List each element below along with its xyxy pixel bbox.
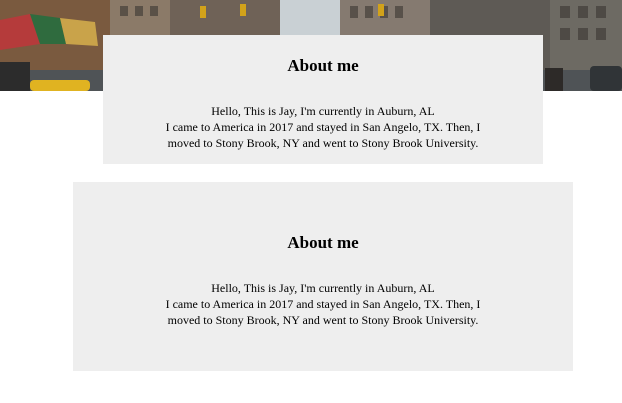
about-card-2: About me Hello, This is Jay, I'm current… — [73, 182, 573, 371]
about-card-line-2: I came to America in 2017 and stayed in … — [165, 297, 481, 327]
page: About me Hello, This is Jay, I'm current… — [0, 0, 622, 403]
about-card-line-1: Hello, This is Jay, I'm currently in Aub… — [211, 281, 435, 295]
about-card-line-1: Hello, This is Jay, I'm currently in Aub… — [211, 104, 435, 118]
about-card-title: About me — [287, 56, 359, 75]
about-card-line-2: I came to America in 2017 and stayed in … — [165, 120, 481, 150]
about-card-text: Hello, This is Jay, I'm currently in Aub… — [148, 103, 498, 151]
about-card-text: Hello, This is Jay, I'm currently in Aub… — [148, 280, 498, 328]
about-card-title: About me — [287, 233, 359, 252]
about-card-1: About me Hello, This is Jay, I'm current… — [103, 35, 543, 164]
